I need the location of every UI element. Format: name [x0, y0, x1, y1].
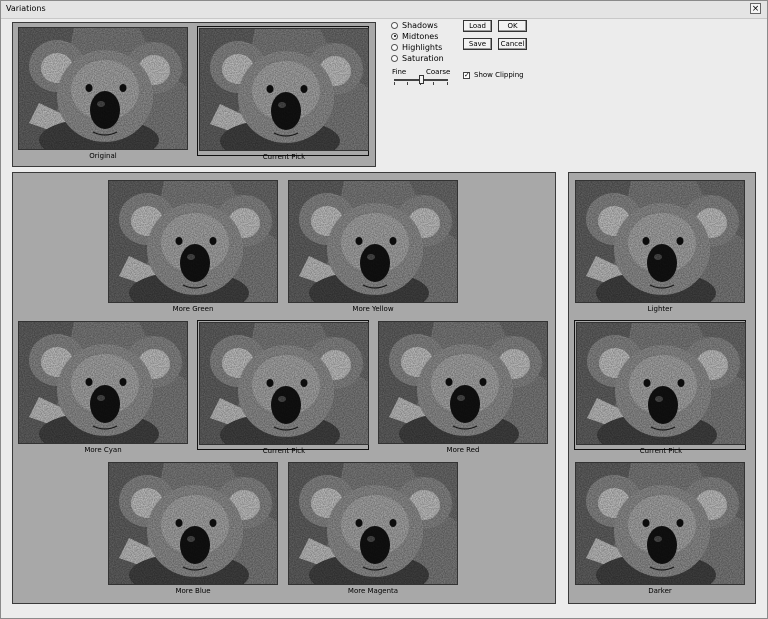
radio-highlights-label: Highlights — [402, 42, 443, 52]
more-red-thumbnail[interactable]: More Red — [377, 320, 549, 454]
more-red-image — [378, 321, 548, 444]
window-title: Variations — [6, 4, 46, 13]
current-pick-image — [199, 28, 369, 151]
radio-midtones-label: Midtones — [402, 31, 439, 41]
radio-saturation-button[interactable] — [391, 54, 398, 62]
current-pick-thumbnail[interactable]: Current Pick — [197, 26, 369, 161]
color-current-pick-caption: Current Pick — [262, 447, 306, 455]
light-current-pick-image — [576, 322, 746, 445]
more-green-image — [108, 180, 278, 303]
original-image — [18, 27, 188, 150]
more-cyan-image — [18, 321, 188, 444]
radio-saturation[interactable]: Saturation — [391, 53, 444, 63]
more-yellow-image — [288, 180, 458, 303]
radio-midtones-button[interactable] — [391, 32, 398, 40]
slider-tick — [433, 82, 434, 85]
slider-tick — [394, 82, 395, 85]
color-current-pick-image — [199, 322, 369, 445]
light-current-pick-caption: Current Pick — [639, 447, 683, 455]
save-button[interactable]: Save — [463, 38, 492, 50]
radio-midtones[interactable]: Midtones — [391, 31, 438, 41]
original-caption: Original — [89, 152, 117, 160]
color-variations-panel: More Green More Yellow More Cyan Current… — [12, 172, 556, 604]
lightness-panel: Lighter Current Pick Darker — [568, 172, 756, 604]
lighter-thumbnail[interactable]: Lighter — [574, 179, 746, 313]
radio-highlights-button[interactable] — [391, 43, 398, 51]
radio-shadows-label: Shadows — [402, 20, 438, 30]
more-cyan-caption: More Cyan — [84, 446, 122, 454]
lighter-caption: Lighter — [647, 305, 673, 313]
fine-label: Fine — [392, 68, 407, 76]
more-magenta-thumbnail[interactable]: More Magenta — [287, 461, 459, 595]
show-clipping-checkbox[interactable]: ✓ — [463, 72, 470, 79]
slider-tick — [447, 82, 448, 85]
radio-shadows-button[interactable] — [391, 21, 398, 29]
darker-caption: Darker — [648, 587, 672, 595]
ok-button[interactable]: OK — [498, 20, 527, 32]
slider-tick — [407, 82, 408, 85]
more-blue-thumbnail[interactable]: More Blue — [107, 461, 279, 595]
more-cyan-thumbnail[interactable]: More Cyan — [17, 320, 189, 454]
close-button[interactable]: × — [750, 3, 761, 14]
more-green-caption: More Green — [172, 305, 214, 313]
show-clipping-label: Show Clipping — [474, 71, 524, 79]
more-magenta-caption: More Magenta — [347, 587, 399, 595]
radio-shadows[interactable]: Shadows — [391, 20, 438, 30]
color-current-pick-thumbnail[interactable]: Current Pick — [197, 320, 369, 455]
more-yellow-caption: More Yellow — [352, 305, 394, 313]
more-yellow-thumbnail[interactable]: More Yellow — [287, 179, 459, 313]
original-current-panel: Original Current Pick — [12, 22, 376, 167]
close-icon: × — [751, 4, 760, 14]
more-green-thumbnail[interactable]: More Green — [107, 179, 279, 313]
current-pick-caption: Current Pick — [262, 153, 306, 161]
fine-coarse-slider-handle[interactable] — [418, 75, 424, 84]
load-button[interactable]: Load — [463, 20, 492, 32]
more-magenta-image — [288, 462, 458, 585]
darker-image — [575, 462, 745, 585]
original-thumbnail[interactable]: Original — [17, 26, 189, 160]
more-blue-image — [108, 462, 278, 585]
cancel-button[interactable]: Cancel — [498, 38, 527, 50]
radio-saturation-label: Saturation — [402, 53, 444, 63]
lighter-image — [575, 180, 745, 303]
coarse-label: Coarse — [426, 68, 451, 76]
light-current-pick-thumbnail[interactable]: Current Pick — [574, 320, 746, 455]
more-red-caption: More Red — [446, 446, 480, 454]
more-blue-caption: More Blue — [175, 587, 211, 595]
darker-thumbnail[interactable]: Darker — [574, 461, 746, 595]
title-bar: Variations × — [1, 1, 767, 19]
radio-highlights[interactable]: Highlights — [391, 42, 442, 52]
